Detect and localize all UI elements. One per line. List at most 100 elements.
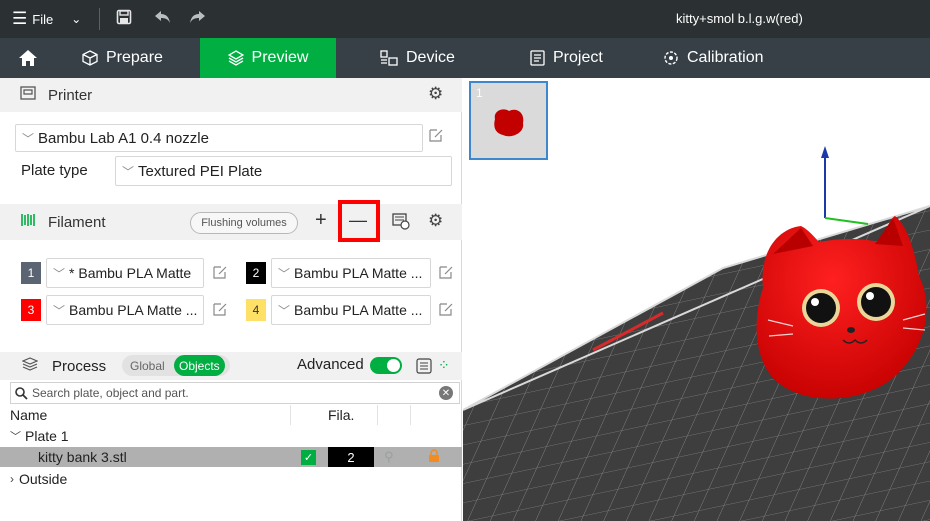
lock-icon[interactable]	[428, 449, 440, 466]
document-icon	[530, 50, 545, 66]
redo-icon[interactable]	[189, 10, 206, 28]
search-field[interactable]: Search plate, object and part. ✕	[10, 382, 460, 404]
edit-icon[interactable]	[428, 127, 444, 147]
save-icon[interactable]	[116, 9, 132, 29]
printer-select[interactable]: ﹀ Bambu Lab A1 0.4 nozzle	[15, 124, 423, 152]
plate-row[interactable]: ﹀ Plate 1	[10, 426, 460, 446]
filament-slot-2-name: Bambu PLA Matte ...	[294, 265, 423, 281]
edit-icon[interactable]	[438, 264, 454, 284]
object-row[interactable]: kitty bank 3.stl ✓ 2 ⚲	[0, 447, 462, 467]
object-visible-checkbox[interactable]: ✓	[301, 450, 316, 465]
search-placeholder: Search plate, object and part.	[32, 386, 189, 400]
outside-row[interactable]: › Outside	[10, 469, 460, 489]
chevron-down-icon: ﹀	[53, 303, 66, 318]
paint-icon[interactable]: ⚲	[384, 449, 394, 465]
tab-device-label: Device	[406, 49, 455, 66]
filament-slot-3-select[interactable]: ﹀ Bambu PLA Matte ...	[46, 295, 204, 325]
tab-project-label: Project	[553, 49, 603, 66]
filament-section-title: Filament	[48, 213, 106, 231]
edit-icon[interactable]	[212, 264, 228, 284]
main-tab-bar: Prepare Preview Device Project Calibrati…	[0, 38, 930, 78]
chevron-down-icon[interactable]: ⌄	[71, 12, 81, 26]
object-list-header: Name Fila.	[10, 405, 460, 425]
object-name: kitty bank 3.stl	[38, 449, 127, 465]
y-axis	[824, 217, 869, 225]
calibration-icon	[664, 51, 678, 65]
divider	[410, 405, 411, 425]
plate-thumbnail-preview	[494, 109, 524, 137]
tab-device[interactable]: Device	[380, 38, 455, 78]
plate-thumbnail[interactable]: 1	[469, 81, 548, 160]
edit-icon[interactable]	[212, 301, 228, 321]
chevron-down-icon: ﹀	[53, 266, 66, 281]
tab-calibration[interactable]: Calibration	[663, 38, 763, 78]
cube-icon	[82, 50, 98, 66]
home-tab[interactable]	[0, 38, 55, 78]
filament-slot-4-number: 4	[246, 299, 266, 321]
plate-name: Plate 1	[25, 428, 69, 444]
chevron-down-icon: ﹀	[278, 266, 291, 281]
chevron-right-icon: ›	[10, 472, 14, 486]
printer-section-title: Printer	[48, 86, 93, 104]
search-icon	[15, 386, 28, 400]
divider	[377, 405, 378, 425]
advanced-toggle[interactable]	[370, 357, 402, 374]
filament-slot-2-select[interactable]: ﹀ Bambu PLA Matte ...	[271, 258, 431, 288]
file-menu-label: File	[32, 11, 54, 27]
tab-preview-label: Preview	[251, 49, 309, 66]
list-view-icon[interactable]	[416, 358, 432, 379]
filament-slot-1-number: 1	[21, 262, 41, 284]
advanced-label: Advanced	[297, 356, 364, 373]
filament-slot-3-number: 3	[21, 299, 41, 321]
col-fila-header: Fila.	[328, 407, 355, 423]
device-icon	[380, 50, 398, 66]
global-toggle-option[interactable]: Global	[130, 355, 165, 376]
edit-icon[interactable]	[438, 301, 454, 321]
printer-icon	[20, 85, 42, 105]
tab-calibration-label: Calibration	[687, 49, 764, 66]
filament-slot-4-select[interactable]: ﹀ Bambu PLA Matte ...	[271, 295, 431, 325]
plate-type-label: Plate type	[21, 162, 88, 179]
add-filament-button[interactable]: +	[315, 209, 327, 232]
tab-prepare[interactable]: Prepare	[82, 38, 163, 78]
chevron-down-icon: ﹀	[10, 431, 21, 443]
divider	[290, 405, 291, 425]
chevron-down-icon: ﹀	[122, 164, 135, 179]
printer-settings-gear-icon[interactable]: ⚙	[428, 84, 443, 104]
tab-preview[interactable]: Preview	[200, 38, 336, 78]
plate-type-select[interactable]: ﹀ Textured PEI Plate	[115, 156, 452, 186]
objects-toggle-option[interactable]: Objects	[174, 355, 225, 376]
plate-type-value: Textured PEI Plate	[138, 162, 263, 180]
sync-filament-icon[interactable]	[392, 212, 410, 235]
process-layers-icon	[21, 357, 44, 375]
title-bar: ☰ File ⌄ kitty+smol b.l.g.w(red)	[0, 0, 930, 38]
filament-slot-4-name: Bambu PLA Matte ...	[294, 302, 423, 318]
undo-icon[interactable]	[154, 10, 171, 28]
tab-project[interactable]: Project	[530, 38, 603, 78]
tab-prepare-label: Prepare	[106, 49, 163, 66]
process-section-title: Process	[52, 357, 107, 375]
window-title: kitty+smol b.l.g.w(red)	[676, 11, 803, 26]
home-icon	[18, 50, 37, 66]
filament-slot-1-select[interactable]: ﹀ * Bambu PLA Matte	[46, 258, 204, 288]
printer-select-value: Bambu Lab A1 0.4 nozzle	[38, 129, 209, 147]
printer-section-header: Printer	[0, 78, 462, 112]
outside-label: Outside	[19, 471, 68, 487]
flushing-volumes-button[interactable]: Flushing volumes	[190, 212, 298, 234]
remove-filament-button[interactable]: —	[349, 210, 367, 231]
clear-search-icon[interactable]: ✕	[439, 386, 453, 400]
filament-slot-1-name: * Bambu PLA Matte	[69, 265, 192, 281]
layers-icon	[227, 50, 244, 66]
chevron-down-icon: ﹀	[22, 131, 35, 146]
file-menu[interactable]: ☰ File	[0, 9, 53, 29]
object-filament-slot[interactable]: 2	[328, 447, 374, 467]
filament-slot-3-name: Bambu PLA Matte ...	[69, 302, 198, 318]
filament-settings-gear-icon[interactable]: ⚙	[428, 211, 443, 231]
objects-grid-icon[interactable]: ⁘	[438, 357, 450, 374]
chevron-down-icon: ﹀	[278, 303, 291, 318]
filament-slot-2-number: 2	[246, 262, 266, 284]
hamburger-icon: ☰	[12, 9, 28, 28]
filament-spool-icon	[20, 213, 42, 231]
col-name-header: Name	[10, 407, 48, 423]
divider	[99, 8, 101, 30]
